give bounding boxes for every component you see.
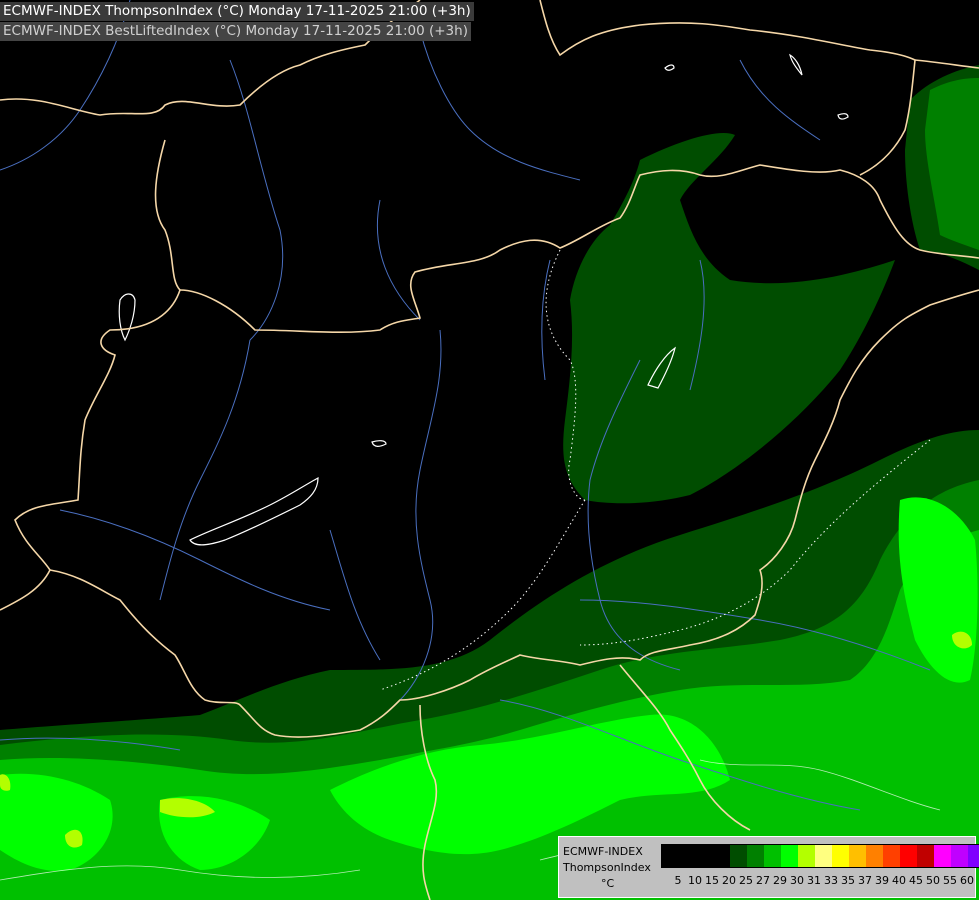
legend-swatch bbox=[849, 845, 866, 867]
legend-tick-label: 31 bbox=[807, 874, 821, 887]
legend-tick-label: 29 bbox=[773, 874, 787, 887]
legend-tick-label: 45 bbox=[909, 874, 923, 887]
legend-tick-label: 40 bbox=[892, 874, 906, 887]
legend-swatch bbox=[883, 845, 900, 867]
legend-tick-label: 55 bbox=[943, 874, 957, 887]
map-title-bestlifted: ECMWF-INDEX BestLiftedIndex (°C) Monday … bbox=[0, 22, 471, 41]
legend-tick-label: 39 bbox=[875, 874, 889, 887]
map-title-thompson: ECMWF-INDEX ThompsonIndex (°C) Monday 17… bbox=[0, 2, 474, 21]
legend-swatch bbox=[934, 845, 951, 867]
legend-tick-label: 60 bbox=[960, 874, 974, 887]
legend-tick-label: 37 bbox=[858, 874, 872, 887]
color-legend: ECMWF-INDEX ThompsonIndex °C 5 10 15 20 25 27… bbox=[558, 836, 979, 898]
legend-title: ECMWF-INDEX bbox=[563, 845, 643, 858]
legend-swatch bbox=[781, 845, 798, 867]
legend-tick-label: 15 bbox=[705, 874, 719, 887]
legend-swatches bbox=[661, 844, 979, 868]
weather-map bbox=[0, 0, 979, 900]
legend-swatch bbox=[832, 845, 849, 867]
legend-tick-label: 10 bbox=[688, 874, 702, 887]
legend-swatch bbox=[798, 845, 815, 867]
legend-tick-label: 5 bbox=[674, 874, 682, 887]
legend-swatch bbox=[917, 845, 934, 867]
legend-swatch bbox=[968, 845, 979, 867]
legend-swatch bbox=[662, 845, 679, 867]
legend-tick-label: 30 bbox=[790, 874, 804, 887]
legend-tick-label: 25 bbox=[739, 874, 753, 887]
legend-tick-label: 35 bbox=[841, 874, 855, 887]
legend-tick-label: 27 bbox=[756, 874, 770, 887]
legend-swatch bbox=[951, 845, 968, 867]
legend-swatch bbox=[713, 845, 730, 867]
legend-swatch bbox=[815, 845, 832, 867]
legend-tick-label: 20 bbox=[722, 874, 736, 887]
legend-tick-label: 50 bbox=[926, 874, 940, 887]
legend-swatch bbox=[900, 845, 917, 867]
legend-tick-label: 33 bbox=[824, 874, 838, 887]
legend-ticks: 5 10 15 20 25 27 29 30 31 33 35 37 39 40 45 50 55 60 bbox=[661, 874, 975, 888]
legend-unit: °C bbox=[601, 877, 615, 890]
legend-swatch bbox=[866, 845, 883, 867]
legend-swatch bbox=[696, 845, 713, 867]
legend-variable: ThompsonIndex bbox=[563, 861, 651, 874]
legend-swatch bbox=[679, 845, 696, 867]
legend-swatch bbox=[764, 845, 781, 867]
legend-swatch bbox=[747, 845, 764, 867]
legend-swatch bbox=[730, 845, 747, 867]
